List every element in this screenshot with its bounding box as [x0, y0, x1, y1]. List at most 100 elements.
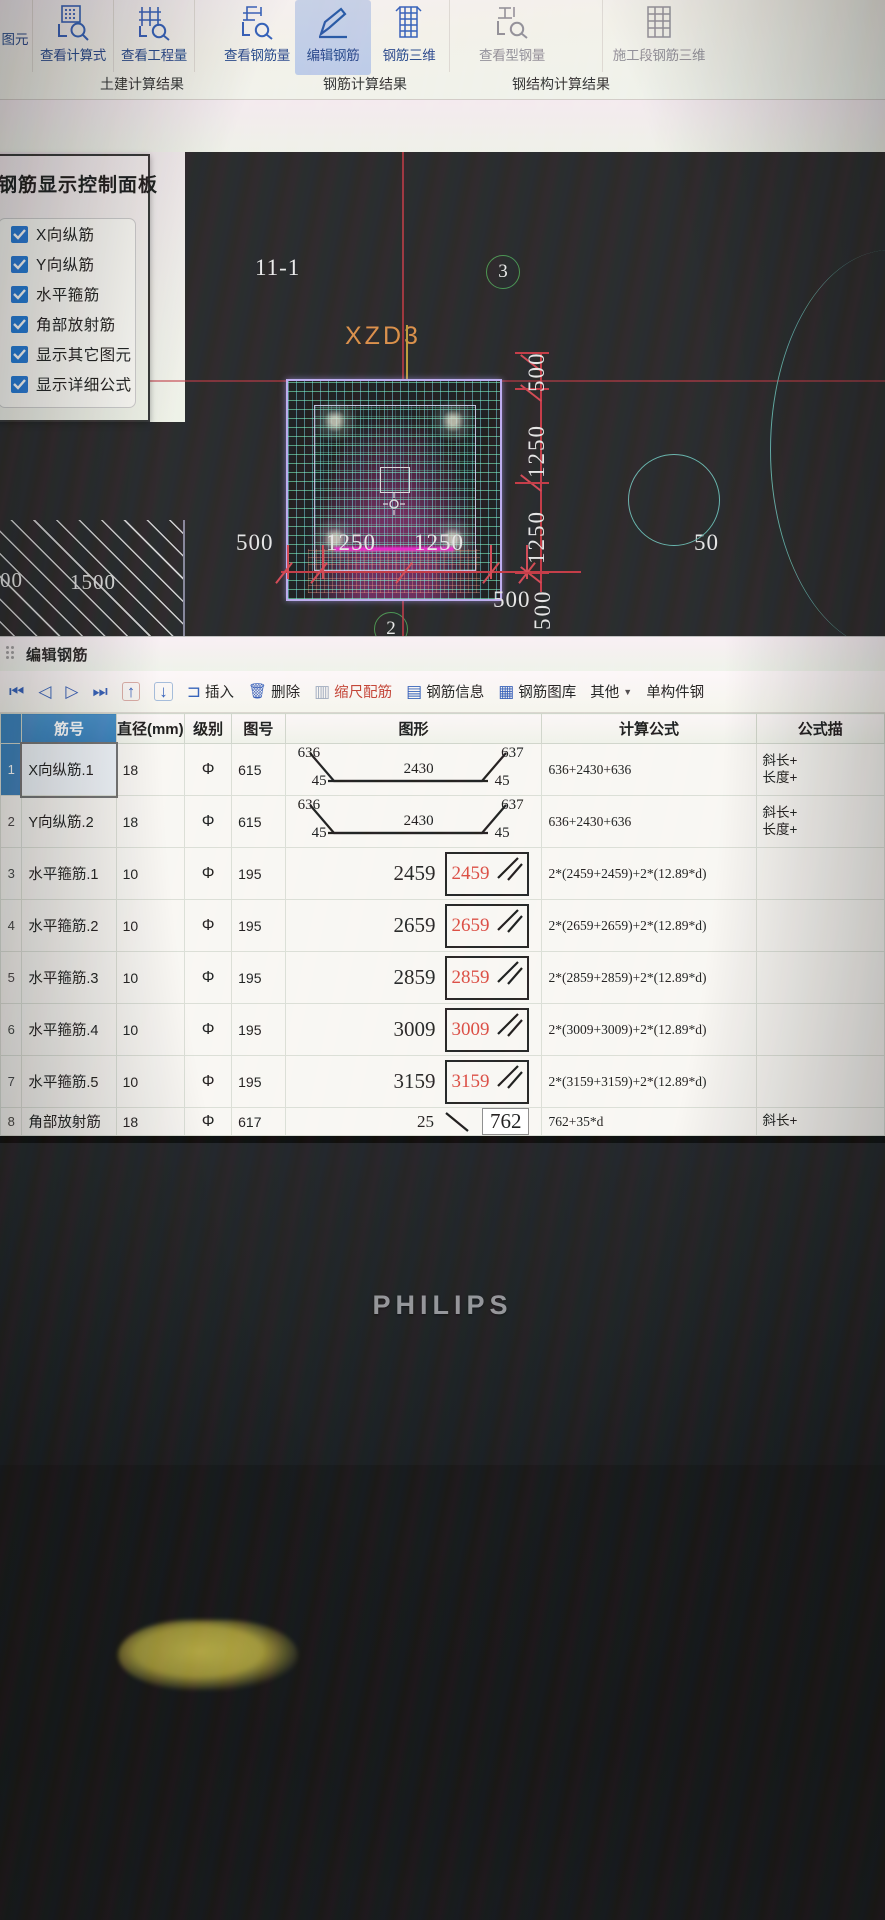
cell-drawing-no[interactable]: 195 — [231, 847, 286, 900]
move-down-button[interactable]: ↓ — [147, 673, 180, 711]
table-row[interactable]: 8 角部放射筋 18 Φ 617 25 762 762+35*d 斜长+ — [0, 1107, 885, 1136]
cell-drawing-no[interactable]: 195 — [231, 951, 286, 1004]
cell-diameter[interactable]: 10 — [115, 1055, 186, 1108]
rebar-library-button[interactable]: ▦ 钢筋图库 — [491, 673, 583, 711]
cell-diameter[interactable]: 18 — [115, 1107, 186, 1136]
table-row[interactable]: 1 X向纵筋.1 18 Φ 615 636 2430 637 45 45 636… — [0, 741, 885, 798]
cell-rebar-no[interactable]: 水平箍筋.3 — [21, 951, 117, 1004]
cell-shape[interactable]: 636 2430 637 45 45 — [284, 795, 543, 848]
checkbox-x-longitudinal[interactable] — [11, 225, 28, 243]
others-button[interactable]: 其他 ▼ — [583, 673, 639, 711]
checkbox-show-detailed-formula[interactable] — [11, 375, 28, 393]
cell-diameter[interactable]: 10 — [115, 951, 186, 1004]
checkbox-corner-radial[interactable] — [11, 315, 28, 333]
checkbox-show-other-elements[interactable] — [11, 345, 28, 363]
cell-formula[interactable]: 2*(2459+2459)+2*(12.89*d) — [541, 847, 757, 900]
cell-shape[interactable]: 3009 3009 — [284, 1003, 543, 1056]
checkbox-y-longitudinal[interactable] — [11, 255, 28, 273]
checkbox-horizontal-stirrup[interactable] — [11, 285, 28, 303]
cell-diameter[interactable]: 10 — [115, 847, 186, 900]
cell-shape[interactable]: 3159 3159 — [284, 1055, 543, 1108]
th-formula[interactable]: 计算公式 — [541, 713, 757, 744]
ribbon-item-edit-rebar[interactable]: 编辑钢筋 — [295, 0, 371, 75]
cell-shape[interactable]: 2459 2459 — [284, 847, 543, 900]
table-row[interactable]: 2 Y向纵筋.2 18 Φ 615 636 2430 637 45 45 636… — [0, 795, 885, 848]
last-record-button[interactable]: ⏭ — [85, 673, 114, 711]
delete-button[interactable]: 🗑 删除 — [241, 673, 307, 711]
window-title-bar[interactable]: 编辑钢筋 — [0, 637, 885, 671]
ribbon-item-view-rebar-amount[interactable]: 查看钢筋量 — [219, 0, 295, 75]
cell-formula-desc[interactable]: 斜长+ 长度+ — [755, 795, 885, 848]
cell-formula-desc[interactable] — [755, 1055, 885, 1108]
cell-rebar-no[interactable]: 水平箍筋.4 — [21, 1003, 117, 1056]
cell-grade[interactable]: Φ — [184, 743, 233, 796]
cell-drawing-no[interactable]: 617 — [231, 1107, 286, 1136]
cell-formula[interactable]: 2*(2659+2659)+2*(12.89*d) — [541, 899, 757, 952]
cell-formula-desc[interactable] — [755, 899, 885, 952]
rebar-info-button[interactable]: ▤ 钢筋信息 — [399, 673, 491, 711]
rebar-table[interactable]: 筋号 直径(mm) 级别 图号 图形 计算公式 公式描 1 X向纵筋.1 18 … — [0, 713, 885, 1136]
ribbon-item-view-formula[interactable]: 查看计算式 — [35, 0, 111, 75]
rebar-display-control-panel[interactable]: 钢筋显示控制面板 X向纵筋 Y向纵筋 水平箍筋 角部放射筋 显示其它图元 显示详… — [0, 154, 157, 422]
table-row[interactable]: 5 水平箍筋.3 10 Φ 195 2859 2859 2*(2859+2859… — [0, 951, 885, 1004]
insert-button[interactable]: ⊐ 插入 — [180, 673, 241, 711]
table-row[interactable]: 6 水平箍筋.4 10 Φ 195 3009 3009 2*(3009+3009… — [0, 1003, 885, 1056]
cell-rebar-no[interactable]: 水平箍筋.2 — [21, 899, 117, 952]
cell-formula-desc[interactable] — [755, 951, 885, 1004]
cell-grade[interactable]: Φ — [184, 847, 233, 900]
cell-formula[interactable]: 2*(2859+2859)+2*(12.89*d) — [541, 951, 757, 1004]
cell-formula[interactable]: 636+2430+636 — [541, 795, 757, 848]
option-row-show-detailed-formula[interactable]: 显示详细公式 — [0, 369, 135, 399]
th-drawing-no[interactable]: 图号 — [231, 713, 286, 744]
option-row-horizontal-stirrup[interactable]: 水平箍筋 — [0, 279, 135, 309]
cell-formula[interactable]: 2*(3009+3009)+2*(12.89*d) — [541, 1003, 757, 1056]
cell-rebar-no[interactable]: X向纵筋.1 — [19, 741, 119, 798]
cell-grade[interactable]: Φ — [184, 1055, 233, 1108]
cell-formula[interactable]: 762+35*d — [541, 1107, 757, 1136]
cell-rebar-no[interactable]: 水平箍筋.5 — [21, 1055, 117, 1108]
ribbon-item-view-steel-amount[interactable]: 查看型钢量 — [474, 0, 550, 75]
cell-formula-desc[interactable] — [755, 1003, 885, 1056]
cell-rebar-no[interactable]: 角部放射筋 — [21, 1107, 117, 1136]
cell-drawing-no[interactable]: 195 — [231, 899, 286, 952]
cell-formula[interactable]: 636+2430+636 — [541, 743, 757, 796]
cell-diameter[interactable]: 10 — [115, 899, 186, 952]
th-rebar-no[interactable]: 筋号 — [21, 713, 117, 744]
cell-shape[interactable]: 2859 2859 — [284, 951, 543, 1004]
single-member-rebar-button[interactable]: 单构件钢 — [639, 673, 711, 711]
cell-drawing-no[interactable]: 615 — [231, 795, 286, 848]
cell-formula[interactable]: 2*(3159+3159)+2*(12.89*d) — [541, 1055, 757, 1108]
cell-drawing-no[interactable]: 195 — [231, 1003, 286, 1056]
table-row[interactable]: 3 水平箍筋.1 10 Φ 195 2459 2459 2*(2459+2459… — [0, 847, 885, 900]
table-row[interactable]: 7 水平箍筋.5 10 Φ 195 3159 3159 2*(3159+3159… — [0, 1055, 885, 1108]
scale-rebar-button[interactable]: ▥ 缩尺配筋 — [307, 673, 399, 711]
table-toolbar[interactable]: ⏮ ◁ ▷ ⏭ ↑ ↓ ⊐ 插入 🗑 删除 ▥ 缩尺配筋 ▤ 钢筋信息 ▦ 钢筋… — [0, 671, 885, 713]
next-record-button[interactable]: ▷ — [58, 673, 85, 711]
option-row-corner-radial[interactable]: 角部放射筋 — [0, 309, 135, 339]
cell-rebar-no[interactable]: Y向纵筋.2 — [21, 795, 117, 848]
cell-formula-desc[interactable]: 斜长+ 长度+ — [755, 743, 885, 796]
cell-shape[interactable]: 25 762 — [284, 1107, 543, 1136]
cell-diameter[interactable]: 18 — [115, 743, 186, 796]
table-row[interactable]: 4 水平箍筋.2 10 Φ 195 2659 2659 2*(2659+2659… — [0, 899, 885, 952]
rebar-3d-model[interactable] — [286, 379, 502, 601]
prev-record-button[interactable]: ◁ — [31, 673, 58, 711]
drag-grip-icon[interactable] — [6, 646, 16, 662]
cell-drawing-no[interactable]: 615 — [231, 743, 286, 796]
cell-diameter[interactable]: 18 — [115, 795, 186, 848]
cell-grade[interactable]: Φ — [184, 951, 233, 1004]
option-row-x-longitudinal[interactable]: X向纵筋 — [0, 219, 135, 249]
th-shape[interactable]: 图形 — [284, 713, 543, 744]
cell-grade[interactable]: Φ — [184, 1003, 233, 1056]
cell-shape[interactable]: 2659 2659 — [284, 899, 543, 952]
option-row-y-longitudinal[interactable]: Y向纵筋 — [0, 249, 135, 279]
ribbon-item-section-rebar-3d[interactable]: 施工段钢筋三维 — [605, 0, 713, 75]
th-formula-desc[interactable]: 公式描 — [755, 713, 885, 744]
first-record-button[interactable]: ⏮ — [2, 673, 31, 711]
cell-diameter[interactable]: 10 — [115, 1003, 186, 1056]
cell-formula-desc[interactable]: 斜长+ — [755, 1107, 885, 1136]
ribbon-item-rebar-3d[interactable]: 钢筋三维 — [371, 0, 447, 75]
cell-grade[interactable]: Φ — [184, 1107, 233, 1136]
cell-formula-desc[interactable] — [755, 847, 885, 900]
cell-drawing-no[interactable]: 195 — [231, 1055, 286, 1108]
